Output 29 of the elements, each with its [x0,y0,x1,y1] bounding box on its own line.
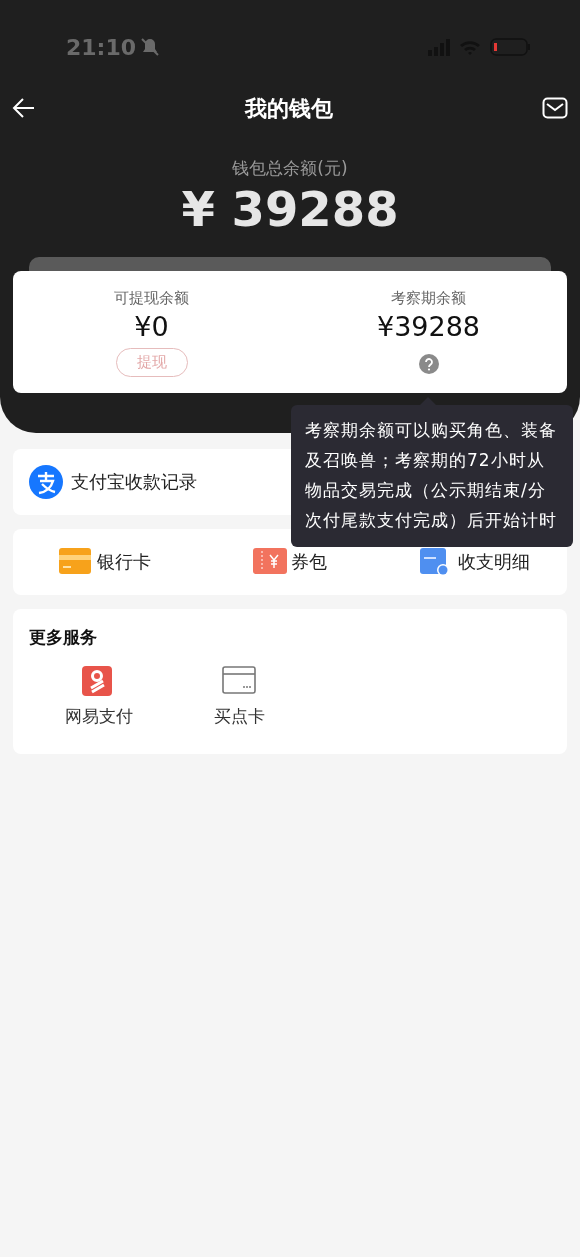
service-label: 买点卡 [213,705,265,729]
balance-label: 可提现余额 [114,287,189,309]
battery-icon [490,38,530,56]
shortcut-label: 券包 [291,550,327,575]
balance-amount: ¥0 [134,310,169,345]
shortcut-label: 收支明细 [457,550,530,575]
back-icon[interactable] [12,96,36,120]
service-item[interactable]: 网易支付 [29,666,169,730]
mail-icon[interactable] [542,97,568,119]
service-label: 网易支付 [65,705,133,729]
alipay-records-label: 支付宝收款记录 [71,470,197,495]
shortcut-item[interactable]: 银行卡 [59,547,152,576]
total-balance-amount: ¥ 39288 [180,181,400,237]
total-balance-label: 钱包总余额(元) [231,157,349,180]
help-icon[interactable] [418,354,439,375]
shortcut-label: 银行卡 [97,550,152,575]
service-item[interactable]: 买点卡 [169,666,309,730]
shortcut-item[interactable]: 券包 [253,547,327,576]
mute-bell-icon [140,37,161,57]
balance-amount: ¥39288 [376,310,481,345]
alipay-icon [29,464,63,499]
card-icon [222,666,256,697]
page-title: 我的钱包 [245,94,333,123]
section-title: 更多服务 [29,625,98,649]
bank-card-icon [59,547,94,576]
status-time: 21:10 [66,33,137,62]
shortcut-item[interactable]: 收支明细 [419,547,530,576]
coupon-icon [253,547,287,576]
balance-label: 考察期余额 [391,287,466,309]
